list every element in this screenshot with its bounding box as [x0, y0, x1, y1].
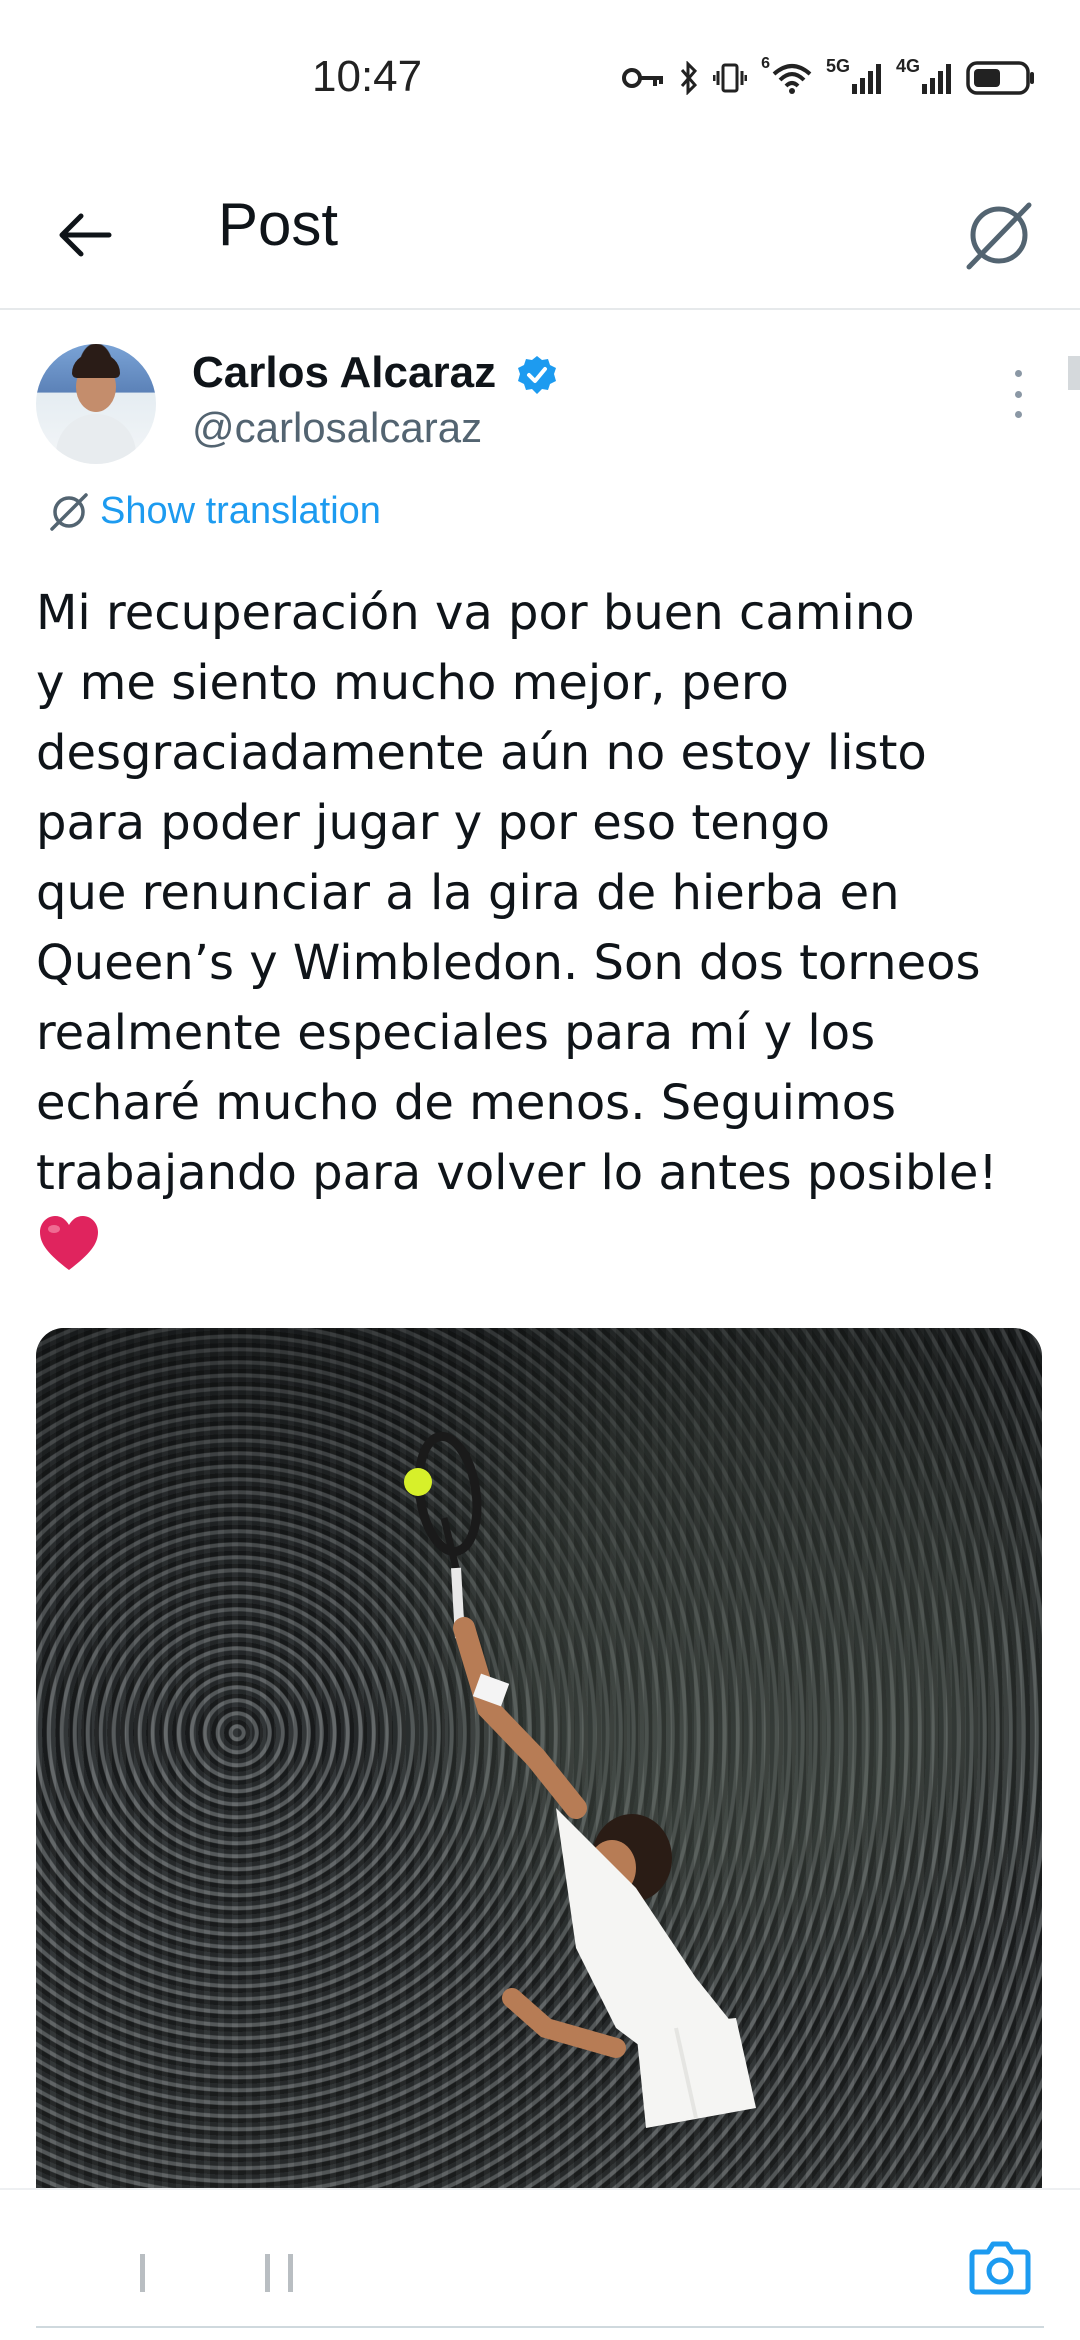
- avatar-hair: [72, 354, 120, 378]
- page-title: Post: [218, 191, 339, 258]
- more-dot-icon: [1014, 411, 1022, 418]
- show-translation-link[interactable]: Show translation: [48, 490, 381, 533]
- cursor-mark: [288, 2254, 293, 2292]
- wifi-icon: 6: [761, 55, 812, 94]
- reply-input[interactable]: [140, 2254, 293, 2292]
- avatar[interactable]: [36, 344, 156, 464]
- more-options-button[interactable]: [998, 370, 1038, 418]
- tweet-text: Mi recuperación va por buen camino y me …: [36, 585, 998, 1201]
- cursor-mark: [265, 2254, 270, 2292]
- status-time: 10:47: [312, 52, 423, 101]
- app-header: Post: [0, 160, 1080, 310]
- show-translation-label: Show translation: [100, 490, 381, 532]
- cursor-mark: [140, 2254, 145, 2292]
- back-button[interactable]: [50, 200, 120, 270]
- status-icons: 6 5G 4G: [621, 55, 1036, 100]
- divider: [36, 2326, 1044, 2328]
- signal-5g-icon: 5G: [826, 56, 882, 94]
- scroll-indicator[interactable]: [1068, 356, 1080, 390]
- key-icon: [621, 65, 665, 91]
- more-dot-icon: [1014, 390, 1022, 398]
- screen: 10:47 6 5G 4G Post Carlos Alcaraz @carlo…: [0, 0, 1080, 2340]
- signal-4g-icon: 4G: [896, 56, 952, 94]
- display-name[interactable]: Carlos Alcaraz: [192, 348, 496, 398]
- vibrate-icon: [713, 61, 748, 95]
- translate-icon: [966, 202, 1032, 270]
- more-dot-icon: [1014, 370, 1022, 377]
- translate-icon: [50, 492, 88, 531]
- heart-icon: [40, 1216, 98, 1270]
- verified-badge-icon: [518, 356, 556, 394]
- reply-bar: [0, 2188, 1080, 2340]
- camera-icon: [969, 2241, 1031, 2295]
- camera-button[interactable]: [968, 2238, 1032, 2298]
- avatar-body: [56, 414, 136, 464]
- back-arrow-icon: [59, 213, 112, 257]
- translate-button[interactable]: [954, 190, 1044, 280]
- battery-icon: [966, 60, 1036, 96]
- status-bar: 10:47 6 5G 4G: [0, 0, 1080, 150]
- handle[interactable]: @carlosalcaraz: [192, 404, 482, 452]
- bluetooth-icon: [679, 61, 699, 95]
